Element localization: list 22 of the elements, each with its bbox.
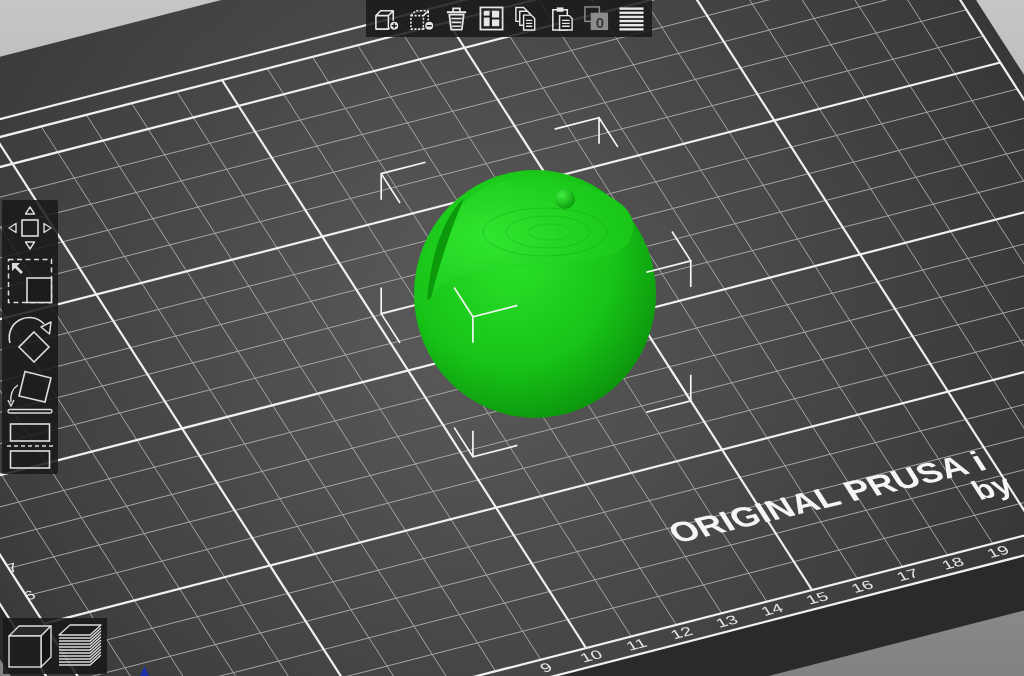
ruler-number: 9 [536,659,555,675]
stacked-squares-icon [583,5,610,32]
ruler-number: 13 [712,612,741,630]
ruler-number: 15 [802,588,832,607]
ruler-number: 12 [667,623,696,642]
ruler-number: 7 [2,559,21,576]
grid-layout-icon[interactable] [478,5,505,32]
horizontal-bars-icon[interactable] [618,5,645,32]
ruler-number: 11 [622,635,650,653]
ruler-number: 19 [983,542,1012,561]
axis-arrow [140,666,149,676]
move-arrows-icon[interactable] [7,205,53,251]
lay-flat-icon[interactable] [7,370,53,416]
ruler-number: 10 [576,646,606,665]
scale-icon[interactable] [7,258,53,304]
ruler-number: 14 [757,600,786,619]
ruler-number: 16 [848,577,877,595]
cube-icon[interactable] [7,623,53,669]
ruler-number: 18 [938,554,967,572]
stacked-layers-icon[interactable] [57,623,103,669]
cut-icon[interactable] [7,423,53,469]
ruler-number: 17 [893,565,922,584]
